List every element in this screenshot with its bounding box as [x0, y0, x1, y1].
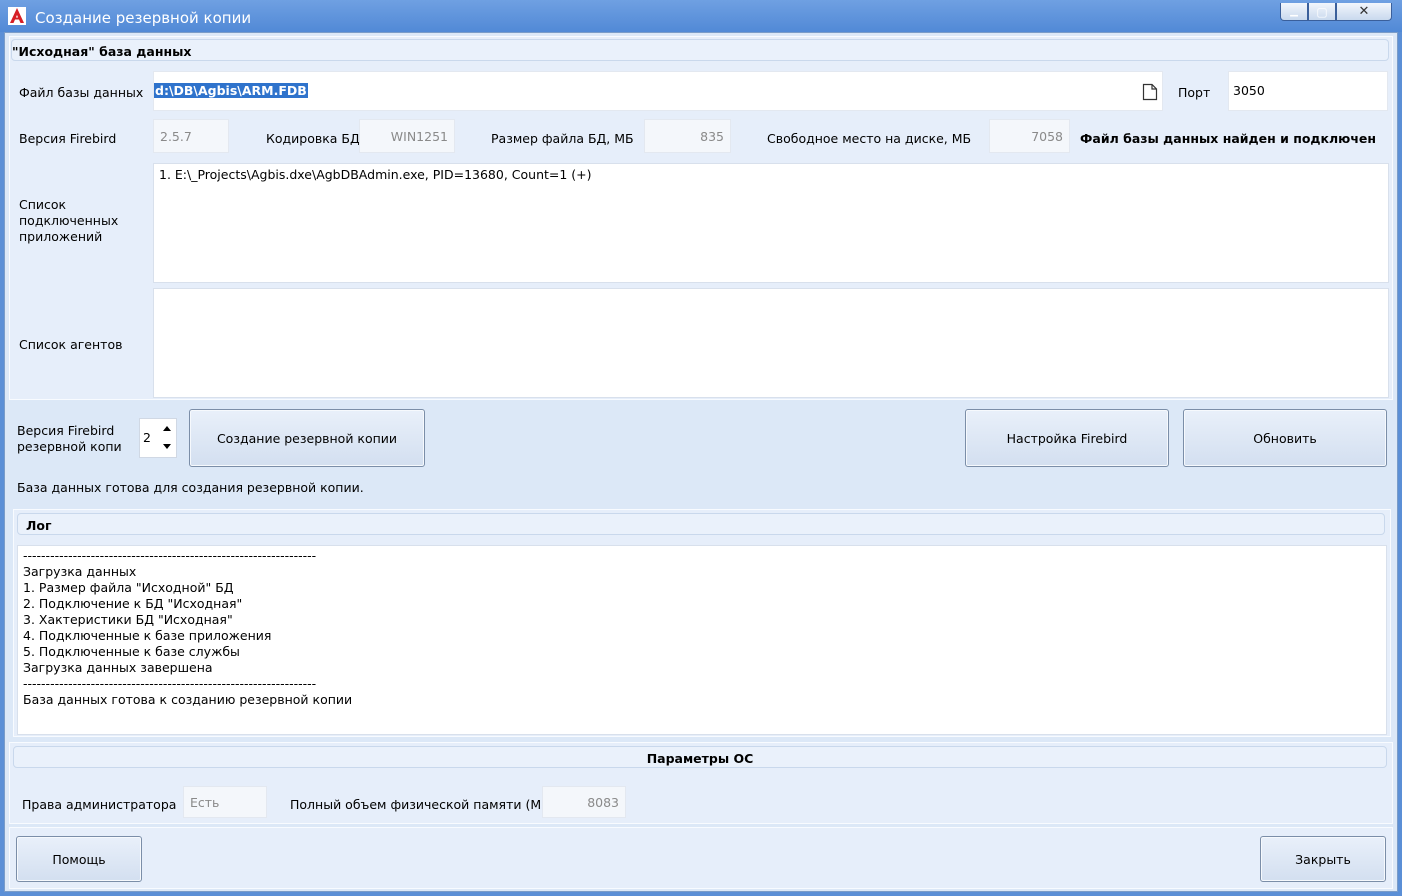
source-db-panel: "Исходная" база данных Файл базы данных … — [9, 36, 1393, 400]
window-client: "Исходная" база данных Файл базы данных … — [4, 32, 1398, 892]
close-window-button[interactable]: ✕ — [1336, 3, 1392, 21]
fb-version-field: 2.5.7 — [153, 119, 229, 153]
file-icon[interactable] — [1142, 83, 1158, 101]
memory-field: 8083 — [542, 786, 626, 818]
maximize-icon: ▢ — [1316, 4, 1328, 19]
port-label: Порт — [1178, 85, 1211, 100]
minimize-icon: ▁ — [1290, 5, 1298, 17]
file-input[interactable]: d:\DB\Agbis\ARM.FDB — [153, 71, 1163, 111]
filesize-field: 835 — [644, 119, 731, 153]
help-button[interactable]: Помощь — [16, 836, 142, 882]
agents-label: Список агентов — [19, 337, 123, 352]
apps-list[interactable]: 1. E:\_Projects\Agbis.dxe\AgbDBAdmin.exe… — [153, 163, 1389, 283]
os-header: Параметры ОС — [13, 746, 1387, 768]
footer-panel: Помощь Закрыть — [9, 827, 1393, 889]
close-button[interactable]: Закрыть — [1260, 836, 1386, 882]
refresh-button[interactable]: Обновить — [1183, 409, 1387, 467]
minimize-button[interactable]: ▁ — [1280, 3, 1308, 21]
status-text: Файл базы данных найден и подключен — [1080, 131, 1377, 146]
log-memo[interactable]: ----------------------------------------… — [17, 545, 1387, 735]
admin-label: Права администратора — [22, 797, 177, 812]
freespace-field: 7058 — [989, 119, 1070, 153]
encoding-label: Кодировка БД — [266, 131, 360, 146]
backup-version-label: Версия Firebird резервной копи — [17, 423, 122, 454]
freespace-label: Свободное место на диске, МБ — [767, 131, 972, 146]
log-header: Лог — [17, 513, 1385, 535]
arrow-up-icon[interactable] — [163, 425, 171, 431]
filesize-label: Размер файла БД, МБ — [491, 131, 634, 146]
backup-version-spinner[interactable]: 2 — [139, 418, 177, 458]
firebird-settings-button[interactable]: Настройка Firebird — [965, 409, 1169, 467]
arrow-down-icon[interactable] — [163, 444, 171, 450]
port-input[interactable]: 3050 — [1228, 71, 1388, 111]
window-title: Создание резервной копии — [35, 9, 252, 27]
ready-text: База данных готова для создания резервно… — [17, 480, 364, 495]
fb-version-label: Версия Firebird — [19, 131, 117, 146]
log-panel: Лог ------------------------------------… — [13, 509, 1391, 737]
backup-version-value: 2 — [143, 430, 151, 445]
maximize-button[interactable]: ▢ — [1308, 3, 1336, 21]
memory-label: Полный объем физической памяти (М) — [290, 797, 546, 812]
os-panel: Параметры ОС Права администратора Есть П… — [9, 742, 1393, 824]
file-label: Файл базы данных — [19, 85, 144, 100]
apps-label: Список подключенных приложений — [19, 197, 119, 244]
encoding-field: WIN1251 — [359, 119, 455, 153]
create-backup-button[interactable]: Создание резервной копии — [189, 409, 425, 467]
source-db-header: "Исходная" база данных — [11, 39, 1389, 61]
agents-list[interactable] — [153, 288, 1389, 398]
admin-field: Есть — [183, 786, 267, 818]
title-bar: Создание резервной копии ▁ ▢ ✕ — [0, 0, 1402, 32]
app-logo-icon — [8, 7, 26, 25]
close-icon: ✕ — [1358, 4, 1370, 19]
file-value: d:\DB\Agbis\ARM.FDB — [154, 83, 308, 98]
